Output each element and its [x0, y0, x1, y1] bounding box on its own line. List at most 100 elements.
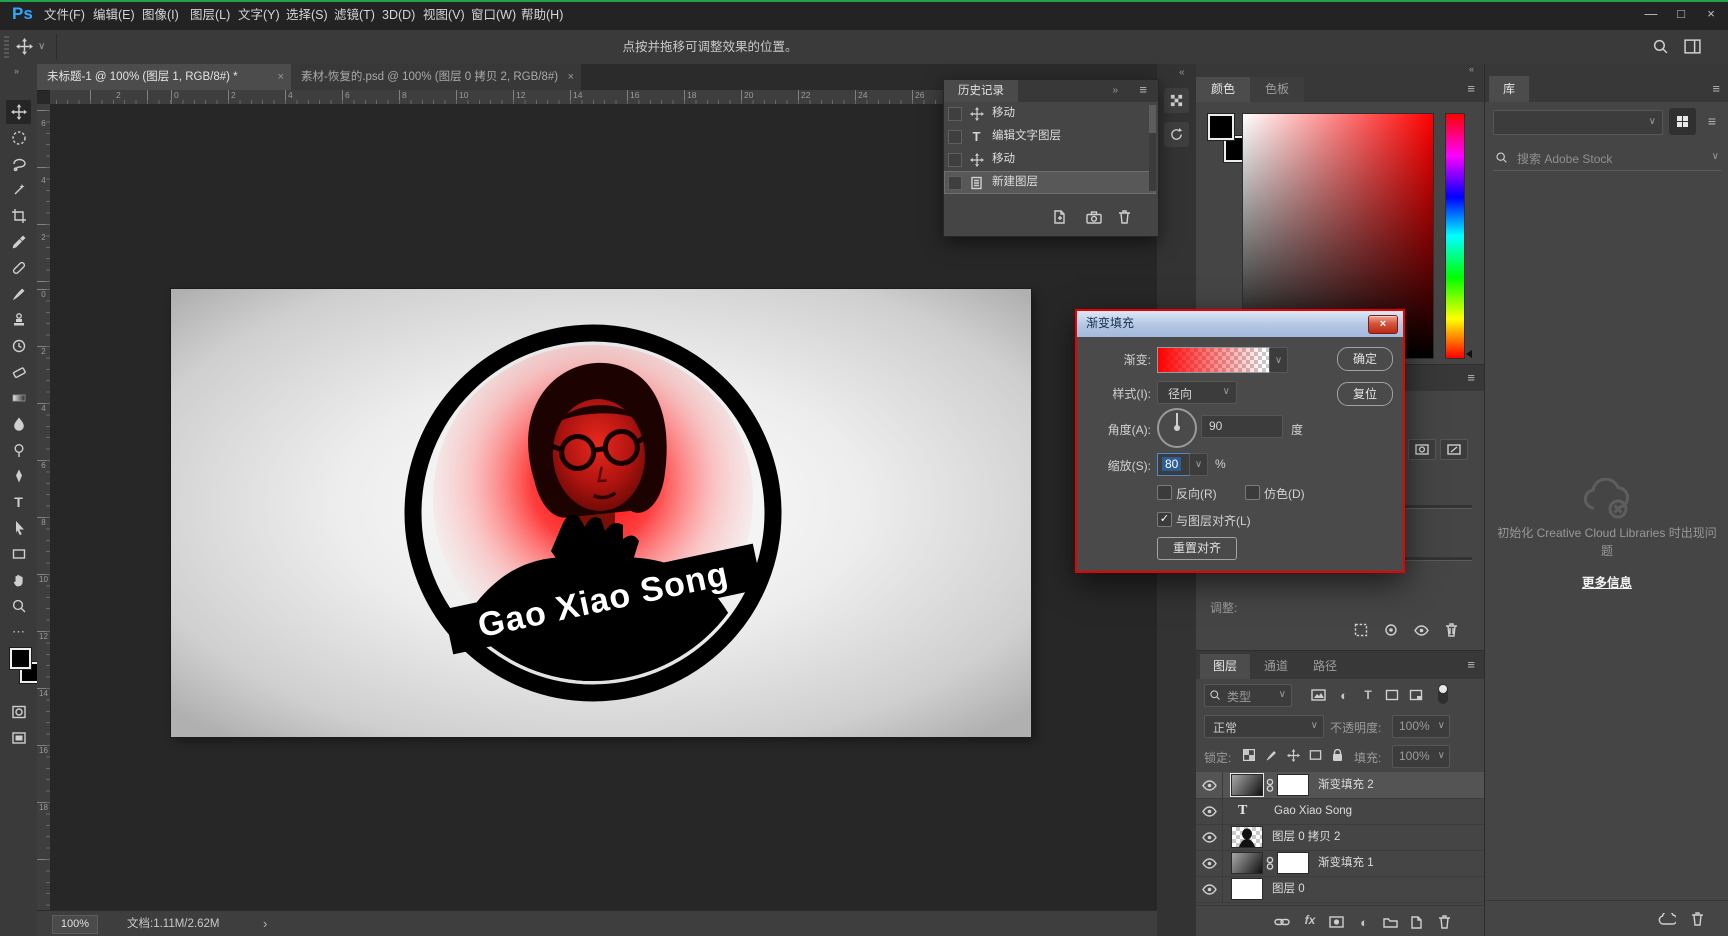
tool-preset-chevron-icon[interactable]: ∨: [38, 41, 45, 52]
new-group-folder-icon[interactable]: [1380, 913, 1400, 931]
delete-mask-trash-icon[interactable]: [1442, 621, 1460, 639]
link-layers-icon[interactable]: [1272, 913, 1292, 931]
fill-field[interactable]: 100% ∨: [1392, 745, 1450, 768]
angle-dial[interactable]: [1157, 408, 1197, 448]
gradient-tool[interactable]: [6, 386, 31, 410]
filter-type-layers-icon[interactable]: T: [1358, 686, 1378, 704]
panel-menu-icon[interactable]: ≡: [1712, 81, 1720, 96]
dock-collapse-icon[interactable]: «: [1179, 67, 1185, 78]
menu-type[interactable]: 文字(Y): [234, 0, 284, 30]
path-selection-tool[interactable]: [6, 516, 31, 540]
new-snapshot-camera-icon[interactable]: [1084, 208, 1104, 226]
tab-history[interactable]: 历史记录: [944, 80, 1018, 102]
hue-strip[interactable]: [1445, 113, 1465, 359]
layer-mask-thumbnail[interactable]: [1278, 853, 1308, 873]
zoom-tool[interactable]: [6, 594, 31, 618]
toolbar-ellipsis-icon[interactable]: ⋯: [6, 620, 31, 644]
clone-stamp-tool[interactable]: [6, 308, 31, 332]
collapsed-panel-icon-1[interactable]: [1164, 88, 1189, 113]
layer-visibility-eye-icon[interactable]: [1196, 798, 1223, 824]
menu-image[interactable]: 图像(I): [138, 0, 183, 30]
reverse-checkbox[interactable]: [1157, 485, 1172, 500]
tab-swatches[interactable]: 色板: [1250, 77, 1304, 102]
dither-checkbox[interactable]: [1245, 485, 1260, 500]
history-scrollbar[interactable]: [1149, 105, 1156, 191]
filter-smart-objects-icon[interactable]: [1406, 686, 1426, 704]
tab-close-icon[interactable]: ×: [278, 64, 284, 90]
vector-mask-button[interactable]: [1440, 439, 1468, 460]
dock-collapse-icon[interactable]: «: [1469, 64, 1474, 74]
filter-adjustment-layers-icon[interactable]: ◐: [1334, 686, 1354, 704]
blend-mode-select[interactable]: 正常 ∨: [1204, 715, 1324, 738]
grid-view-button[interactable]: [1669, 108, 1696, 135]
ok-button[interactable]: 确定: [1337, 347, 1393, 371]
menu-select[interactable]: 选择(S): [282, 0, 332, 30]
delete-layer-trash-icon[interactable]: [1434, 913, 1454, 931]
dialog-close-button[interactable]: ×: [1368, 315, 1398, 334]
zoom-level-field[interactable]: 100%: [52, 915, 98, 934]
layer-name[interactable]: 图层 0: [1272, 876, 1305, 902]
layer-thumbnail[interactable]: [1232, 879, 1262, 899]
toolbar-collapse-icon[interactable]: »: [14, 66, 19, 76]
dialog-title-bar[interactable]: 渐变填充 ×: [1077, 311, 1403, 337]
quick-selection-tool[interactable]: [6, 178, 31, 202]
tab-close-icon[interactable]: ×: [568, 64, 574, 90]
filter-shape-layers-icon[interactable]: [1382, 686, 1402, 704]
history-scrollbar-thumb[interactable]: [1149, 105, 1156, 133]
tab-layers[interactable]: 图层: [1200, 654, 1250, 679]
menu-view[interactable]: 视图(V): [419, 0, 469, 30]
shape-tool[interactable]: [6, 542, 31, 566]
layer-row[interactable]: 图层 0: [1196, 876, 1484, 903]
lock-position-icon[interactable]: [1284, 746, 1302, 764]
history-brush-tool[interactable]: [6, 334, 31, 358]
history-state-selected[interactable]: 新建图层: [944, 171, 1156, 194]
dodge-tool[interactable]: [6, 438, 31, 462]
lock-image-pixels-icon[interactable]: [1262, 746, 1280, 764]
layer-visibility-eye-icon[interactable]: [1196, 850, 1223, 876]
apply-mask-icon[interactable]: [1382, 621, 1400, 639]
eyedropper-tool[interactable]: [6, 230, 31, 254]
align-with-layer-checkbox-checked[interactable]: ✓: [1157, 512, 1172, 527]
eraser-tool[interactable]: [6, 360, 31, 384]
filter-toggle-pill[interactable]: [1438, 684, 1448, 704]
document-tab-inactive[interactable]: 素材-恢复的.psd @ 100% (图层 0 拷贝 2, RGB/8#) ×: [291, 64, 581, 90]
move-tool[interactable]: [6, 100, 31, 124]
library-search-field[interactable]: 搜索 Adobe Stock ∨: [1493, 144, 1721, 171]
panel-menu-icon[interactable]: ≡: [1139, 82, 1147, 97]
history-state[interactable]: T 编辑文字图层: [944, 125, 1156, 148]
new-document-from-state-icon[interactable]: [1050, 208, 1070, 226]
history-source-well[interactable]: [948, 107, 962, 121]
lock-artboard-icon[interactable]: [1306, 746, 1324, 764]
pen-tool[interactable]: [6, 464, 31, 488]
foreground-color-swatch[interactable]: [9, 647, 32, 670]
layer-thumbnail[interactable]: [1232, 827, 1262, 847]
tab-paths[interactable]: 路径: [1302, 654, 1348, 679]
minimize-button[interactable]: —: [1636, 0, 1666, 28]
layer-name[interactable]: 图层 0 拷贝 2: [1272, 824, 1340, 850]
pixel-mask-button[interactable]: [1408, 439, 1436, 460]
list-view-button[interactable]: ≡: [1701, 110, 1723, 132]
layer-visibility-eye-icon[interactable]: [1196, 876, 1223, 902]
menu-filter[interactable]: 滤镜(T): [330, 0, 379, 30]
layer-style-fx-icon[interactable]: fx: [1300, 913, 1320, 931]
mask-visibility-eye-icon[interactable]: [1412, 621, 1430, 639]
chevron-down-icon[interactable]: ∨: [1712, 151, 1719, 162]
document-tab-active[interactable]: 未标题-1 @ 100% (图层 1, RGB/8#) * ×: [37, 64, 291, 90]
menu-file[interactable]: 文件(F): [40, 0, 89, 30]
menu-3d[interactable]: 3D(D): [378, 0, 419, 30]
close-window-button[interactable]: ×: [1696, 0, 1726, 28]
history-source-well[interactable]: [948, 153, 962, 167]
history-source-well[interactable]: [948, 130, 962, 144]
style-select[interactable]: 径向 ∨: [1157, 381, 1237, 404]
angle-input[interactable]: 90: [1201, 415, 1283, 438]
options-grip[interactable]: [4, 36, 9, 58]
layer-name[interactable]: Gao Xiao Song: [1274, 798, 1352, 824]
scale-chevron[interactable]: ∨: [1189, 453, 1208, 476]
move-tool-option-icon[interactable]: [16, 38, 33, 58]
history-source-well[interactable]: [948, 176, 962, 190]
new-layer-icon[interactable]: [1406, 913, 1426, 931]
hand-tool[interactable]: [6, 568, 31, 592]
scale-input[interactable]: 80: [1157, 453, 1190, 476]
foreground-color-swatch[interactable]: [1207, 113, 1235, 141]
type-tool[interactable]: T: [6, 490, 31, 514]
